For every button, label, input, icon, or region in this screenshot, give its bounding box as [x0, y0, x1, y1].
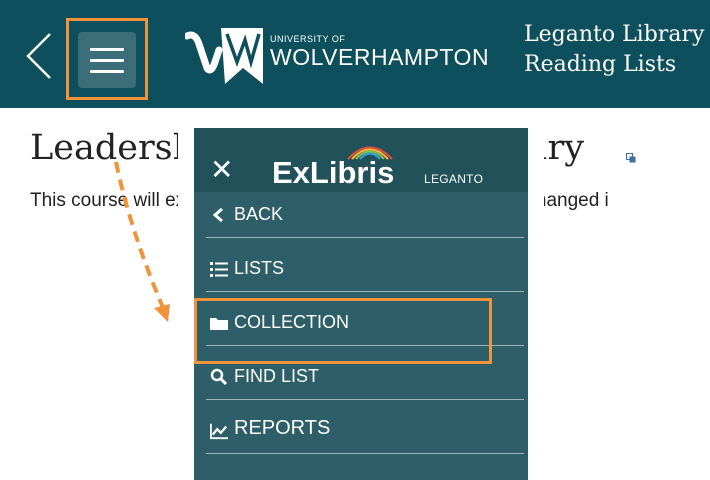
app-title: Leganto Library Reading Lists	[524, 20, 704, 80]
menu-item-label: BACK	[234, 204, 284, 224]
menu-item-reports[interactable]: REPORTS	[206, 400, 524, 454]
app-title-line2: Reading Lists	[524, 52, 677, 77]
back-chevron-icon[interactable]	[22, 30, 56, 82]
menu-highlight-box	[66, 18, 148, 100]
chevron-left-icon	[212, 207, 223, 223]
university-name-small: UNIVERSITY OF	[270, 34, 346, 44]
university-name: WOLVERHAMPTON	[270, 44, 490, 70]
app-title-line1: Leganto Library	[524, 22, 705, 47]
menu-item-label: REPORTS	[234, 417, 331, 439]
menu-item-label: FIND LIST	[234, 366, 320, 386]
menu-item-back[interactable]: BACK	[206, 184, 524, 238]
list-icon	[210, 262, 228, 277]
menu-item-label: LISTS	[234, 258, 285, 278]
chart-icon	[210, 423, 228, 440]
university-logo	[185, 28, 263, 84]
menu-item-lists[interactable]: LISTS	[206, 238, 524, 292]
panel-header: ✕ ExLibris LEGANTO	[194, 128, 528, 192]
copy-link-icon[interactable]	[626, 153, 636, 163]
search-icon	[210, 368, 228, 386]
collection-highlight-box	[194, 298, 492, 364]
close-icon[interactable]: ✕	[210, 156, 233, 184]
